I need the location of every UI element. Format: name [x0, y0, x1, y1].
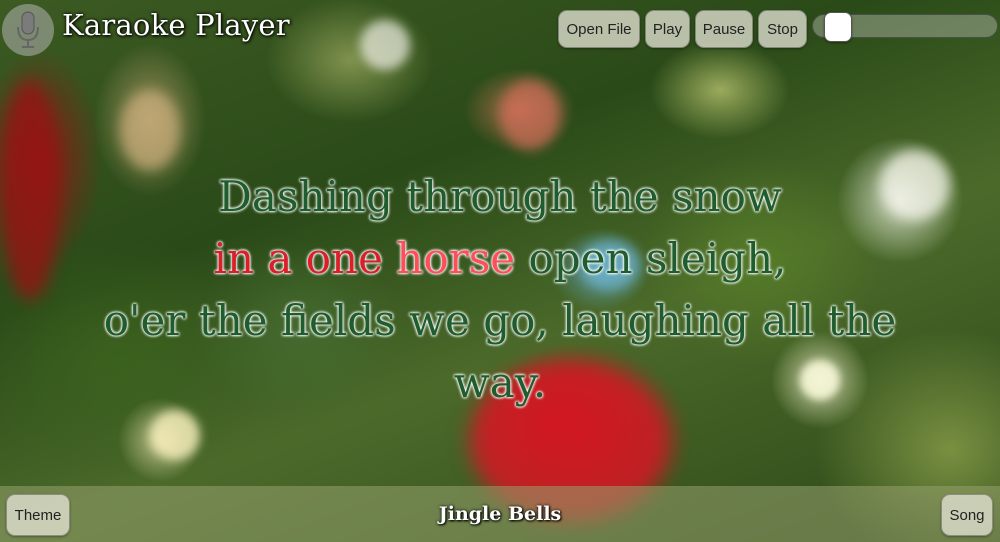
- slider-thumb[interactable]: [824, 12, 852, 42]
- pause-button[interactable]: Pause: [695, 10, 753, 48]
- open-file-button[interactable]: Open File: [558, 10, 640, 48]
- lyrics-display: Dashing through the snow in a one horse …: [0, 166, 1000, 414]
- logo-badge: [2, 4, 54, 56]
- play-button[interactable]: Play: [645, 10, 690, 48]
- lyric-current-word: horse: [396, 234, 516, 283]
- lyric-line-2: in a one horse open sleigh,: [0, 228, 1000, 290]
- lyric-unsung-text: open sleigh,: [515, 234, 787, 283]
- microphone-icon: [17, 11, 39, 48]
- stop-button[interactable]: Stop: [758, 10, 807, 48]
- lyric-sung-text: in a one: [213, 234, 397, 283]
- app-title: Karaoke Player: [62, 8, 290, 42]
- song-title: Jingle Bells: [438, 503, 562, 525]
- lyric-line-3: o'er the fields we go, laughing all the …: [103, 296, 897, 407]
- lyric-line-1: Dashing through the snow: [218, 172, 782, 221]
- song-button[interactable]: Song: [941, 494, 993, 536]
